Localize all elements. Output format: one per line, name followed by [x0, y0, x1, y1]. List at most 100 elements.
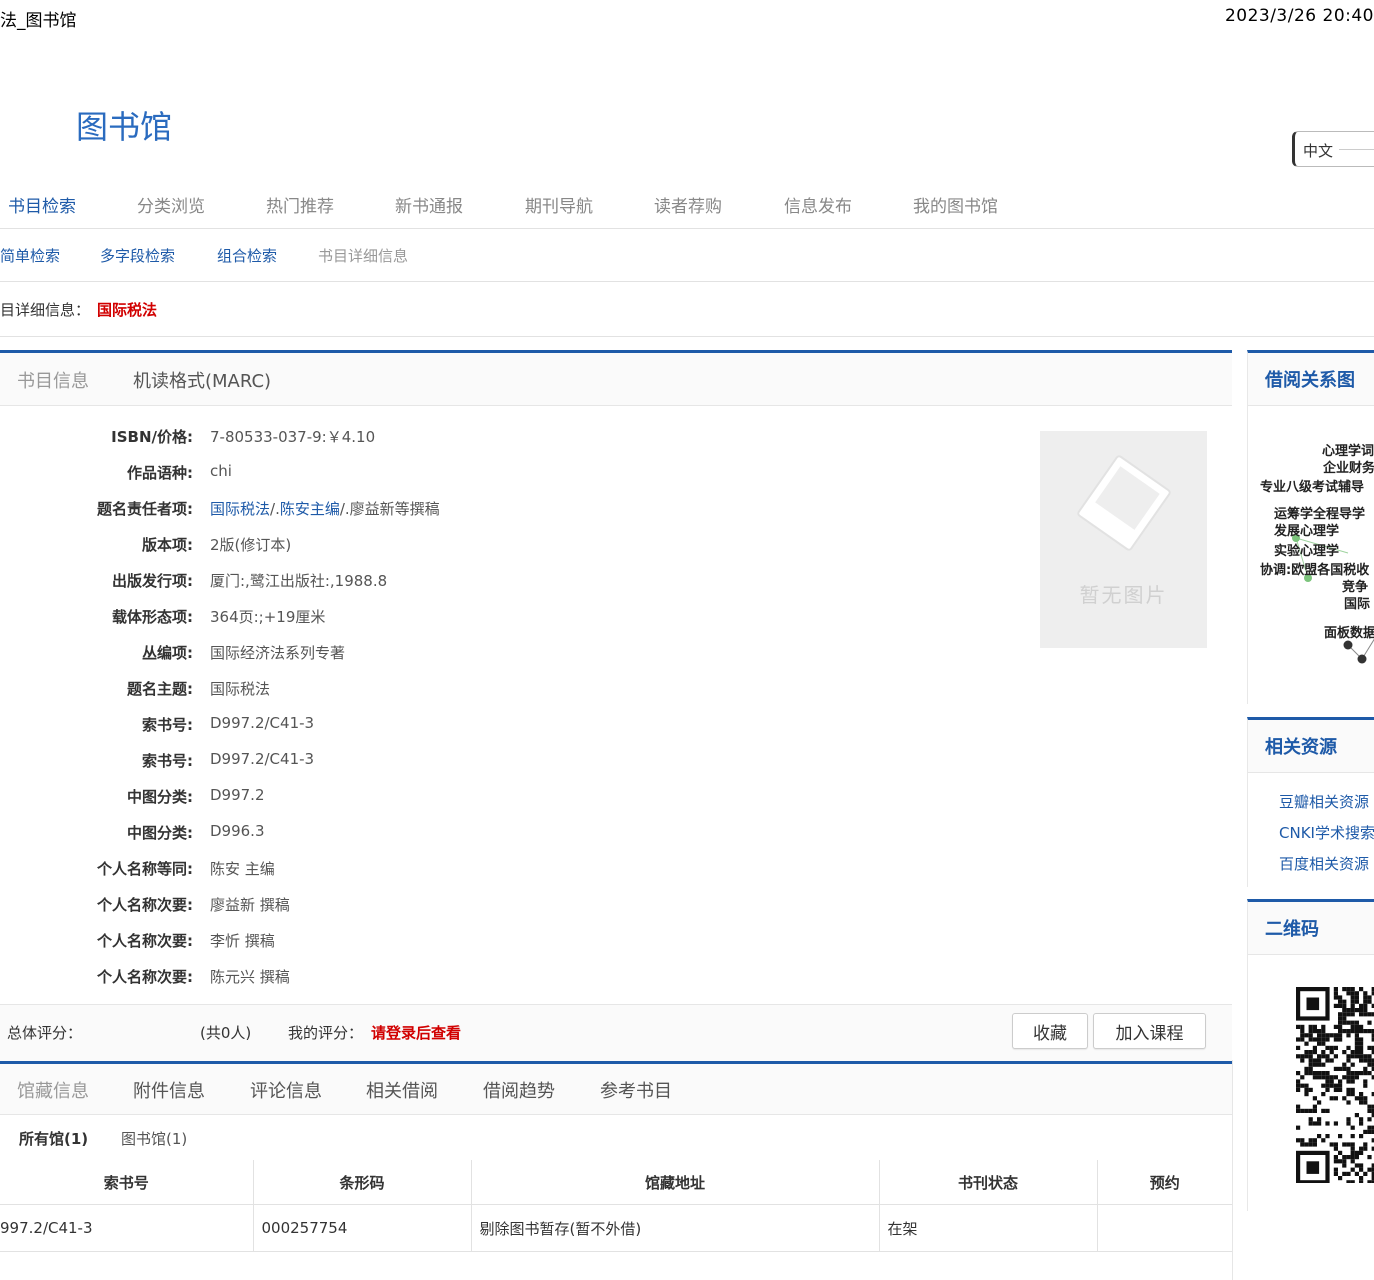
- tab-attachments[interactable]: 附件信息: [133, 1077, 205, 1103]
- tab-holdings[interactable]: 馆藏信息: [17, 1077, 89, 1103]
- favorite-button[interactable]: 收藏: [1012, 1013, 1088, 1049]
- nav-my-library[interactable]: 我的图书馆: [913, 192, 998, 217]
- tab-marc-format[interactable]: 机读格式(MARC): [133, 367, 271, 393]
- tab-bibliographic-info[interactable]: 书目信息: [17, 367, 89, 393]
- nav-reader-recommend[interactable]: 读者荐购: [654, 192, 722, 217]
- login-to-view-link[interactable]: 请登录后查看: [371, 1022, 461, 1043]
- cell-reserve[interactable]: [1097, 1204, 1232, 1252]
- field-value-subject: 国际税法: [210, 680, 271, 698]
- field-label: 个人名称等同:: [97, 860, 193, 878]
- field-label: 载体形态项:: [112, 608, 193, 626]
- field-label: 索书号:: [142, 752, 193, 770]
- detail-tab-bar: 书目信息 机读格式(MARC): [0, 353, 1232, 406]
- nav-new-books[interactable]: 新书通报: [395, 192, 463, 217]
- field-value-isbn: 7-80533-037-9:￥4.10: [210, 428, 376, 446]
- field-value-clc-class: D997.2: [210, 786, 265, 804]
- nav-catalog-search[interactable]: 书目检索: [8, 192, 76, 217]
- douban-resources-link[interactable]: 豆瓣相关资源: [1279, 791, 1369, 812]
- field-label: 个人名称次要:: [97, 932, 193, 950]
- field-label: 题名责任者项:: [97, 500, 193, 518]
- field-value-clc-class: D996.3: [210, 822, 265, 840]
- graph-node-label[interactable]: 企业财务: [1323, 457, 1374, 476]
- tab-loan-trend[interactable]: 借阅趋势: [483, 1077, 555, 1103]
- field-value-publication: 厦门:,鹭江出版社:,1988.8: [210, 572, 388, 590]
- field-value-title-responsibility: 国际税法/.陈安主编/.廖益新等撰稿: [210, 498, 440, 519]
- column-header-status: 书刊状态: [879, 1160, 1098, 1205]
- baidu-resources-link[interactable]: 百度相关资源: [1279, 853, 1369, 874]
- print-datetime: 2023/3/26 20:40: [1224, 6, 1374, 26]
- graph-node-dot[interactable]: [1343, 640, 1353, 650]
- panel-border: [1232, 1060, 1233, 1280]
- subnav-multi-field-search[interactable]: 多字段检索: [100, 245, 175, 266]
- tab-references[interactable]: 参考书目: [600, 1077, 672, 1103]
- print-page-title: 法_图书馆: [0, 11, 77, 31]
- nav-divider: [0, 228, 1374, 229]
- field-label: 个人名称次要:: [97, 896, 193, 914]
- breadcrumb-label: 目详细信息：: [0, 301, 91, 319]
- field-label: 题名主题:: [127, 680, 193, 698]
- contributors-text: /.廖益新等撰稿: [339, 500, 440, 518]
- tab-comments[interactable]: 评论信息: [250, 1077, 322, 1103]
- qrcode-title: 二维码: [1265, 919, 1319, 940]
- tab-all-libraries[interactable]: 所有馆(1): [19, 1128, 88, 1149]
- field-label: 作品语种:: [127, 464, 193, 482]
- field-label: 出版发行项:: [112, 572, 193, 590]
- column-header-call-number: 索书号: [0, 1160, 254, 1205]
- column-header-location: 馆藏地址: [471, 1160, 880, 1205]
- no-image-text: 暂无图片: [1079, 583, 1168, 607]
- field-value-physical-description: 364页:;+19厘米: [210, 608, 326, 626]
- subnav-combined-search[interactable]: 组合检索: [217, 245, 277, 266]
- holdings-tab-bar: 馆藏信息 附件信息 评论信息 相关借阅 借阅趋势 参考书目: [0, 1061, 1232, 1115]
- nav-popular[interactable]: 热门推荐: [266, 192, 334, 217]
- editor-link[interactable]: 陈安主编: [280, 500, 340, 518]
- graph-node-label[interactable]: 国际: [1344, 593, 1370, 612]
- graph-node-label[interactable]: 实验心理学: [1274, 540, 1339, 559]
- nav-announcements[interactable]: 信息发布: [784, 192, 852, 217]
- borrow-graph-panel: 借阅关系图 心理学词 企业财务 专业八级考试辅导 运筹学全程导学 发展心理学 实…: [1247, 350, 1374, 704]
- table-row: 997.2/C41-3 000257754 剔除图书暂存(暂不外借) 在架: [0, 1204, 1232, 1252]
- breadcrumb-book-title: 国际税法: [97, 301, 158, 319]
- cnki-search-link[interactable]: CNKI学术搜索: [1279, 822, 1374, 843]
- language-select-underline: [1339, 149, 1374, 150]
- rating-count: (共0人): [200, 1024, 252, 1042]
- graph-node-dot[interactable]: [1357, 654, 1367, 664]
- title-link[interactable]: 国际税法: [210, 500, 270, 518]
- field-label: 版本项:: [142, 536, 193, 554]
- related-resources-panel: 相关资源 豆瓣相关资源 CNKI学术搜索 百度相关资源: [1247, 717, 1374, 887]
- add-to-course-button[interactable]: 加入课程: [1093, 1013, 1206, 1049]
- nav-browse-categories[interactable]: 分类浏览: [137, 192, 205, 217]
- borrow-graph-title: 借阅关系图: [1265, 370, 1355, 391]
- field-label: 索书号:: [142, 716, 193, 734]
- related-resources-title: 相关资源: [1265, 737, 1337, 758]
- graph-node-label[interactable]: 专业八级考试辅导: [1260, 476, 1364, 495]
- graph-node-label[interactable]: 发展心理学: [1274, 520, 1339, 539]
- field-value-language: chi: [210, 462, 232, 480]
- table-header-row: 索书号 条形码 馆藏地址 书刊状态 预约: [0, 1160, 1232, 1205]
- field-value-call-number: D997.2/C41-3: [210, 750, 315, 768]
- language-select[interactable]: 中文: [1292, 131, 1374, 167]
- cell-status: 在架: [879, 1204, 1098, 1252]
- graph-node-label[interactable]: 面板数据: [1324, 622, 1374, 641]
- photo-icon: [1077, 455, 1171, 551]
- tab-related-loans[interactable]: 相关借阅: [366, 1077, 438, 1103]
- subnav-record-detail[interactable]: 书目详细信息: [318, 245, 408, 266]
- qrcode-header: 二维码: [1248, 902, 1374, 955]
- qrcode-image: [1296, 987, 1374, 1183]
- qrcode-panel: 二维码: [1247, 899, 1374, 1211]
- tab-main-library[interactable]: 图书馆(1): [121, 1128, 187, 1149]
- field-value-secondary-name: 李忻 撰稿: [210, 932, 275, 950]
- related-resources-header: 相关资源: [1248, 720, 1374, 773]
- library-logo[interactable]: 图书馆: [76, 102, 172, 148]
- field-value-secondary-name: 廖益新 撰稿: [210, 896, 290, 914]
- library-filter-tabs: 所有馆(1) 图书馆(1): [0, 1116, 1232, 1161]
- nav-journals[interactable]: 期刊导航: [525, 192, 593, 217]
- field-value-series: 国际经济法系列专著: [210, 644, 346, 662]
- subnav-simple-search[interactable]: 简单检索: [0, 245, 60, 266]
- cell-location: 剔除图书暂存(暂不外借): [471, 1204, 880, 1252]
- cell-call-number: 997.2/C41-3: [0, 1204, 254, 1252]
- rating-bar: 总体评分： (共0人) 我的评分： 请登录后查看 收藏 加入课程: [0, 1004, 1232, 1061]
- field-label: 丛编项:: [142, 644, 193, 662]
- field-value-call-number: D997.2/C41-3: [210, 714, 315, 732]
- field-label: ISBN/价格:: [111, 428, 193, 446]
- cell-barcode: 000257754: [253, 1204, 472, 1252]
